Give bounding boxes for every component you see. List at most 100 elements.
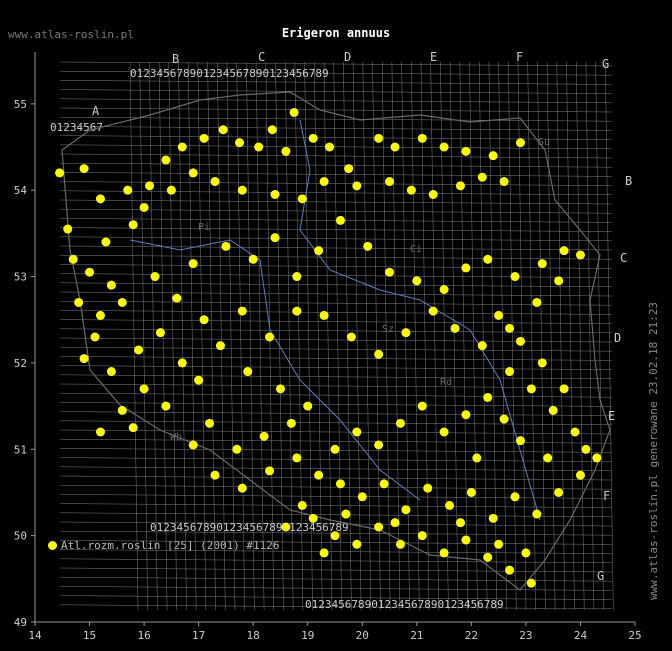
grid-line [59, 457, 613, 462]
grid-line [59, 475, 613, 481]
occurrence-dot [344, 164, 354, 174]
occurrence-dot [297, 194, 307, 204]
occurrence-dot [526, 384, 536, 394]
grid-line [459, 61, 469, 611]
occurrence-dot [275, 384, 285, 394]
occurrence-dot [172, 293, 182, 303]
occurrence-dot [314, 246, 324, 256]
occurrence-dot [494, 310, 504, 320]
occurrence-dot [428, 306, 438, 316]
grid-letter: F [516, 50, 523, 64]
occurrence-dot [515, 336, 525, 346]
grid-digits: 012345678901234567890123456789 [130, 67, 329, 80]
occurrence-dot [401, 328, 411, 338]
occurrence-dot [374, 349, 384, 359]
occurrence-dot [521, 548, 531, 558]
occurrence-dot [218, 125, 228, 135]
occurrence-dot [554, 276, 564, 286]
grid-line [411, 61, 420, 611]
occurrence-dot [575, 250, 585, 260]
x-tick-label: 18 [247, 629, 260, 642]
occurrence-dot [210, 470, 220, 480]
grid-line [59, 337, 613, 343]
distribution-map: A B C D E F G 012345678901234567890123456789 012… [14, 50, 642, 642]
occurrence-dot [488, 151, 498, 161]
occurrence-dot [265, 332, 275, 342]
occurrence-dot [166, 185, 176, 195]
occurrence-dot [308, 133, 318, 143]
grid-line [59, 567, 613, 573]
x-tick-label: 25 [628, 629, 641, 642]
occurrence-dot [292, 453, 302, 463]
occurrence-dot [554, 487, 564, 497]
occurrence-dot [68, 254, 78, 264]
grid-line [139, 61, 148, 611]
atlas-grid: A B C D E F G 012345678901234567890123456789 012… [50, 50, 632, 611]
occurrence-dot [150, 272, 160, 282]
grid-line [59, 61, 613, 67]
occurrence-dot [461, 263, 471, 273]
grid-line [59, 89, 613, 94]
occurrence-dot [286, 418, 296, 428]
occurrence-dot [292, 272, 302, 282]
occurrence-dot [145, 181, 155, 191]
occurrence-dot [439, 427, 449, 437]
occurrence-dot [139, 384, 149, 394]
grid-letter: G [602, 57, 609, 71]
grid-line [59, 365, 613, 370]
grid-line [59, 144, 613, 150]
grid-line [59, 98, 613, 104]
occurrence-dot [423, 483, 433, 493]
occurrence-dot [559, 384, 569, 394]
grid-line [478, 61, 488, 611]
grid-line [59, 402, 613, 407]
occurrence-dot [379, 479, 389, 489]
grid-line [59, 438, 613, 444]
grid-line [59, 503, 613, 508]
grid-line [59, 236, 613, 242]
occurrence-dot [215, 341, 225, 351]
occurrence-dot [319, 177, 329, 187]
x-tick-label: 19 [301, 629, 314, 642]
occurrence-dot [117, 405, 127, 415]
occurrence-dot [289, 107, 299, 117]
grid-line [59, 135, 613, 140]
occurrence-dot [199, 315, 209, 325]
grid-line [59, 392, 613, 398]
x-tick-label: 16 [137, 629, 150, 642]
grid-line [430, 61, 439, 611]
occurrence-dot [483, 552, 493, 562]
grid-line [59, 245, 613, 251]
occurrence-dot [243, 367, 253, 377]
occurrence-dot [303, 401, 313, 411]
occurrence-dot [472, 453, 482, 463]
occurrence-dot [455, 518, 465, 528]
x-tick-label: 14 [28, 629, 42, 642]
occurrence-dot [319, 548, 329, 558]
occurrence-dot [308, 513, 318, 523]
occurrence-dot [134, 345, 144, 355]
y-tick-label: 53 [14, 271, 27, 284]
occurrence-dot [363, 241, 373, 251]
occurrence-dot [575, 470, 585, 480]
occurrence-dot [292, 306, 302, 316]
grid-line [508, 61, 517, 611]
grid-line [59, 107, 613, 113]
occurrence-dot [395, 539, 405, 549]
occurrence-dot [570, 427, 580, 437]
grid-line [59, 429, 613, 435]
grid-line [59, 80, 613, 85]
occurrence-dot [537, 358, 547, 368]
occurrence-dot [101, 237, 111, 247]
occurrence-dot [510, 272, 520, 282]
occurrence-dot [352, 427, 362, 437]
grid-letter: C [620, 251, 627, 265]
occurrence-dot [335, 479, 345, 489]
occurrence-dot [188, 440, 198, 450]
occurrence-dot [210, 177, 220, 187]
grid-line [59, 484, 613, 490]
grid-line [59, 291, 613, 297]
occurrence-dot [95, 194, 105, 204]
occurrence-dot [461, 410, 471, 420]
grid-line [59, 411, 613, 416]
